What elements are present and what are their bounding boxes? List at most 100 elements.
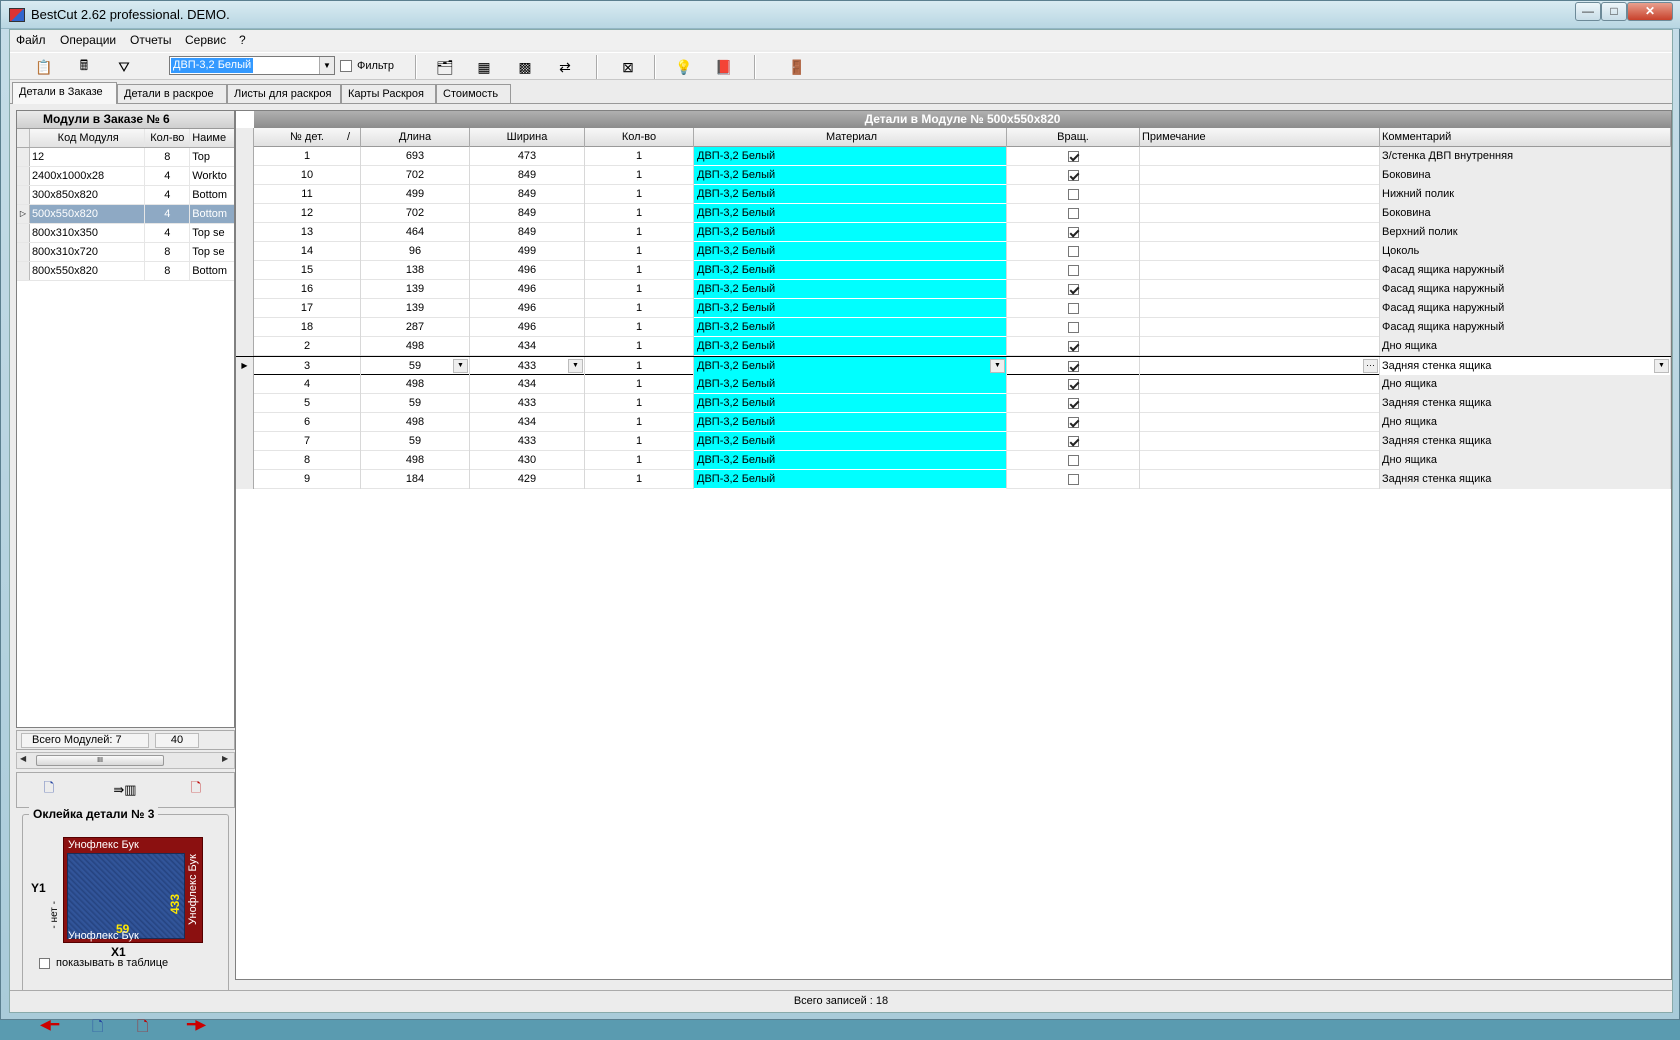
detail-material[interactable]: ДВП-3,2 Белый — [694, 451, 1007, 470]
detail-no[interactable]: 13 — [254, 223, 361, 242]
detail-note[interactable] — [1140, 147, 1380, 166]
detail-comment[interactable]: Дно ящика — [1380, 337, 1671, 356]
detail-no[interactable]: 11 — [254, 185, 361, 204]
detail-rotate[interactable] — [1007, 432, 1140, 451]
close-button[interactable]: ✕ — [1627, 2, 1673, 21]
module-qty[interactable]: 4 — [145, 167, 191, 185]
detail-comment[interactable]: Задняя стенка ящика — [1380, 432, 1671, 451]
module-code[interactable]: 500x550x820 — [29, 205, 146, 223]
book-icon[interactable]: 📕 — [712, 56, 736, 78]
detail-rotate[interactable] — [1007, 185, 1140, 204]
menu-reports[interactable]: Отчеты — [130, 33, 171, 47]
detail-material[interactable]: ДВП-3,2 Белый — [694, 261, 1007, 280]
detail-qty[interactable]: 1 — [585, 147, 694, 166]
detail-length[interactable]: 498 — [361, 375, 470, 394]
menu-operations[interactable]: Операции — [60, 33, 116, 47]
detail-length[interactable]: 498 — [361, 451, 470, 470]
maximize-button[interactable]: □ — [1601, 2, 1627, 21]
detail-qty[interactable]: 1 — [585, 223, 694, 242]
module-row[interactable]: 12 8 Top — [17, 148, 234, 167]
detail-qty[interactable]: 1 — [585, 261, 694, 280]
detail-note[interactable]: ··· — [1140, 357, 1380, 376]
detail-row[interactable]: 15 138 496 1 ДВП-3,2 Белый Фасад ящика наружн… — [236, 261, 1671, 280]
detail-no[interactable]: 4 — [254, 375, 361, 394]
detail-comment[interactable]: Цоколь — [1380, 242, 1671, 261]
detail-note[interactable] — [1140, 394, 1380, 413]
detail-rotate[interactable] — [1007, 357, 1140, 376]
detail-qty[interactable]: 1 — [585, 166, 694, 185]
module-code[interactable]: 800x310x720 — [30, 243, 146, 261]
detail-material[interactable]: ДВП-3,2 Белый — [694, 318, 1007, 337]
table-icon[interactable]: ▦ — [472, 56, 496, 78]
add-module-icon[interactable]: 🗋 — [37, 779, 61, 801]
col-rotate[interactable]: Вращ. — [1007, 128, 1140, 147]
module-row[interactable]: 800x310x720 8 Top se — [17, 243, 234, 262]
detail-no[interactable]: 8 — [254, 451, 361, 470]
detail-note[interactable] — [1140, 204, 1380, 223]
col-detail-no[interactable]: № дет. / — [254, 128, 361, 147]
chevron-down-icon[interactable]: ▼ — [1654, 359, 1669, 373]
detail-qty[interactable]: 1 — [585, 413, 694, 432]
detail-row[interactable]: 16 139 496 1 ДВП-3,2 Белый Фасад ящика наружн… — [236, 280, 1671, 299]
detail-no[interactable]: 12 — [254, 204, 361, 223]
detail-rotate[interactable] — [1007, 223, 1140, 242]
menu-file[interactable]: Файл — [16, 33, 46, 47]
tab-cutting-maps[interactable]: Карты Раскроя — [341, 84, 436, 104]
detail-rotate[interactable] — [1007, 375, 1140, 394]
module-name[interactable]: Workto — [190, 167, 234, 185]
detail-row[interactable]: 4 498 434 1 ДВП-3,2 Белый Дно ящика — [236, 375, 1671, 394]
detail-length[interactable]: 59 ▼ — [361, 357, 470, 376]
detail-material[interactable]: ДВП-3,2 Белый — [694, 166, 1007, 185]
tab-order-details[interactable]: Детали в Заказе — [12, 82, 117, 104]
detail-no[interactable]: 14 — [254, 242, 361, 261]
lightbulb-icon[interactable]: 💡 — [672, 56, 696, 78]
cutting-map-icon[interactable]: ▩ — [513, 56, 537, 78]
show-in-table-checkbox[interactable] — [39, 958, 50, 969]
detail-width[interactable]: 429 — [470, 470, 585, 489]
detail-length[interactable]: 139 — [361, 299, 470, 318]
detail-rotate[interactable] — [1007, 261, 1140, 280]
tab-sheets[interactable]: Листы для раскроя — [227, 84, 341, 104]
detail-material[interactable]: ДВП-3,2 Белый — [694, 337, 1007, 356]
detail-comment[interactable]: Фасад ящика наружный — [1380, 261, 1671, 280]
detail-width[interactable]: 434 — [470, 375, 585, 394]
left-edge-label[interactable]: - нет - — [49, 901, 60, 929]
exit-door-icon[interactable]: 🚪 — [785, 56, 809, 78]
detail-comment[interactable]: Фасад ящика наружный — [1380, 318, 1671, 337]
rotate-checkbox[interactable] — [1067, 474, 1079, 485]
horizontal-scrollbar[interactable]: ◀ III ▶ — [16, 752, 235, 769]
detail-row[interactable]: 9 184 429 1 ДВП-3,2 Белый Задняя стенка ящика — [236, 470, 1671, 489]
detail-comment[interactable]: З/стенка ДВП внутренняя — [1380, 147, 1671, 166]
detail-length[interactable]: 693 — [361, 147, 470, 166]
detail-material[interactable]: ДВП-3,2 Белый — [694, 204, 1007, 223]
detail-row[interactable]: 11 499 849 1 ДВП-3,2 Белый Нижний полик — [236, 185, 1671, 204]
module-row[interactable]: ▷ 500x550x820 4 Bottom — [17, 205, 234, 224]
delete-sheet-icon[interactable]: ⊠ — [616, 56, 640, 78]
title-bar[interactable]: BestCut 2.62 professional. DEMO. — □ ✕ — [1, 1, 1680, 29]
detail-no[interactable]: 9 — [254, 470, 361, 489]
module-row[interactable]: 800x310x350 4 Top se — [17, 224, 234, 243]
detail-rotate[interactable] — [1007, 318, 1140, 337]
detail-length[interactable]: 702 — [361, 166, 470, 185]
module-row[interactable]: 300x850x820 4 Bottom — [17, 186, 234, 205]
detail-note[interactable] — [1140, 223, 1380, 242]
detail-comment[interactable]: Верхний полик — [1380, 223, 1671, 242]
detail-comment[interactable]: Задняя стенка ящика ▼ — [1380, 357, 1671, 376]
detail-rotate[interactable] — [1007, 394, 1140, 413]
detail-width[interactable]: 433 ▼ — [470, 357, 585, 376]
prev-arrow-icon[interactable]: ◀━ — [40, 1016, 59, 1033]
rotate-checkbox[interactable] — [1067, 284, 1079, 295]
scrollbar-thumb[interactable]: III — [36, 755, 164, 766]
detail-no[interactable]: 18 — [254, 318, 361, 337]
chevron-down-icon[interactable]: ▼ — [453, 359, 468, 373]
detail-width[interactable]: 496 — [470, 280, 585, 299]
module-code[interactable]: 2400x1000x28 — [30, 167, 146, 185]
rotate-checkbox[interactable] — [1067, 322, 1079, 333]
rotate-checkbox[interactable] — [1067, 189, 1079, 200]
detail-no[interactable]: 5 — [254, 394, 361, 413]
detail-qty[interactable]: 1 — [585, 318, 694, 337]
detail-length[interactable]: 702 — [361, 204, 470, 223]
filter-funnel-icon[interactable]: ⛛ — [112, 56, 136, 78]
col-note[interactable]: Примечание — [1140, 128, 1380, 147]
detail-qty[interactable]: 1 — [585, 470, 694, 489]
